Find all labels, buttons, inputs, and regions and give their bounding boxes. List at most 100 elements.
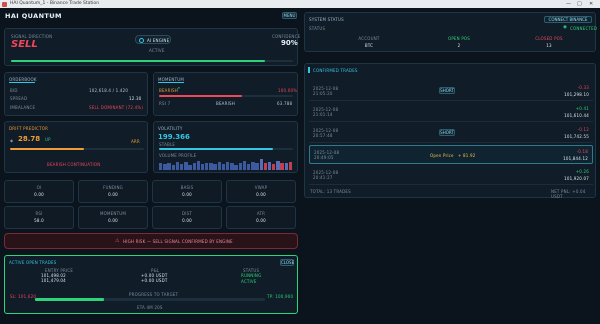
history-row[interactable]: 2025-12-08 21:01:14 +0.41 101,610.44 [309, 103, 593, 122]
history-price: 101,298.10 [564, 92, 589, 97]
momentum-title-underline [158, 82, 184, 83]
progress-fill [35, 298, 104, 301]
momentum-sub-left: RSI 7 [159, 101, 171, 106]
risk-alert-text: HIGH RISK — SELL SIGNAL CONFIRMED BY ENG… [123, 239, 233, 244]
history-pnl: -0.12 [577, 127, 589, 132]
volume-bar [255, 163, 259, 170]
volume-bar [188, 165, 192, 170]
menu-button[interactable]: MENU [282, 12, 297, 19]
stat-value: 58.0 [34, 218, 44, 223]
signal-panel: SIGNAL DIRECTION SELL AI ENGINE ACTIVE C… [4, 28, 300, 66]
stat-label: RSI [35, 211, 43, 216]
momentum-sub-mid: BEARISH [216, 101, 235, 106]
system-status-title: SYSTEM STATUS [309, 17, 344, 22]
trend-icon: ↗ [176, 86, 181, 92]
stat-value: 0.00 [34, 192, 44, 197]
volatility-sub: STABLE [159, 142, 176, 147]
volume-bar [179, 164, 184, 170]
stat-value: 0.00 [182, 192, 192, 197]
history-price: 101,610.44 [564, 113, 589, 118]
stat-card: BASIS 0.00 [152, 180, 222, 203]
progress-label: PROGRESS TO TARGET [129, 292, 179, 297]
ai-engine-badge: AI ENGINE [135, 35, 171, 44]
stat-label: ATR [256, 211, 266, 216]
orderbook-imbalance-value: SELL DOMINANT (72.4%) [89, 105, 144, 110]
volume-bar [276, 160, 280, 170]
stat-label: OI [36, 185, 42, 190]
volume-bar [288, 161, 293, 170]
orderbook-row-value: 12.30 [129, 96, 142, 101]
volume-bar [272, 164, 276, 170]
drift-title: DRIFT PREDICTOR [9, 126, 49, 131]
momentum-fill [159, 95, 243, 97]
system-metric-label: CLOSED POS [535, 36, 563, 41]
warning-icon: ⚠ [115, 237, 120, 244]
volatility-value: 199.366 [158, 133, 190, 141]
history-price: 101,920.07 [564, 176, 589, 181]
history-time: 2025-12-08 20:41:27 [313, 170, 339, 180]
status-label: STATUS [309, 26, 326, 31]
app-window-icon [2, 1, 7, 7]
volume-bar [171, 164, 175, 170]
system-metric-value: BTC [364, 43, 374, 48]
history-list: 2025-12-08 21:05:20 SHORT -0.33 101,298.10 2… [305, 82, 597, 187]
minimize-button[interactable]: — [566, 1, 571, 7]
engine-label: AI ENGINE [147, 38, 170, 43]
stat-label: BASIS [180, 185, 194, 190]
history-footer-right: NET PNL: +0.04 USDT [551, 189, 586, 199]
history-row[interactable]: 2025-12-08 20:49:05 Open Price + 81.92 -0.1… [309, 145, 593, 164]
risk-alert-banner: ⚠ HIGH RISK — SELL SIGNAL CONFIRMED BY E… [4, 233, 298, 249]
maximize-button[interactable]: □ [577, 1, 582, 7]
window-title: HAI Quantum_1 - Binance Trade Station [10, 1, 100, 6]
stats-grid: OI 0.00 FUNDING 0.00 BASIS 0.00 VWAP 0.00 RSI 58.… [4, 180, 298, 230]
connect-binance-button[interactable]: CONNECT BINANCE [544, 16, 592, 23]
stat-label: VWAP [254, 185, 268, 190]
status-value: CONNECTED [570, 26, 598, 31]
history-row[interactable]: 2025-12-08 20:57:48 SHORT -0.12 101,742.55 [309, 124, 593, 143]
orderbook-row-value: 102,618.4 / 1.420 [89, 88, 129, 93]
volume-bar [251, 162, 255, 170]
volume-bar [159, 163, 163, 170]
momentum-panel: MOMENTUM BEARISH ↗ 100.00% RSI 7 BEARISH… [153, 72, 298, 116]
volume-bar [184, 162, 188, 170]
engine-icon [139, 37, 144, 43]
momentum-percent: 100.00% [278, 88, 298, 93]
volume-bar [175, 161, 180, 170]
history-row[interactable]: 2025-12-08 20:41:27 +0.26 101,920.07 [309, 166, 593, 185]
history-title: CONFIRMED TRADES [313, 68, 358, 73]
orderbook-title-underline [9, 82, 35, 83]
volume-bar [213, 164, 217, 170]
drift-prefix: ◆ [10, 138, 14, 143]
volume-bar [280, 162, 284, 170]
drift-tag: UP [45, 137, 51, 142]
orderbook-panel: ORDERBOOK BID 102,618.4 / 1.420 SPREAD 1… [4, 72, 148, 116]
stat-value: 0.00 [108, 218, 118, 223]
history-price: 101,742.55 [564, 134, 589, 139]
history-title-bar [308, 67, 310, 73]
orderbook-row-label: BID [10, 88, 18, 93]
history-row[interactable]: 2025-12-08 21:05:20 SHORT -0.33 101,298.10 [309, 82, 593, 101]
volume-bar [267, 161, 272, 170]
volume-bar [205, 163, 209, 170]
stat-label: DIST [181, 211, 193, 216]
system-metric-value: 13 [546, 43, 552, 48]
active-trades-panel: ACTIVE OPEN TRADES CLOSE ENTRY PRICE 101… [4, 255, 298, 314]
history-time: 2025-12-08 20:57:48 [313, 128, 339, 138]
history-tag: Open Price [430, 153, 454, 158]
system-metric-value: 2 [457, 43, 461, 48]
volatility-title: VOLATILITY [158, 126, 183, 131]
volume-bar [263, 162, 268, 170]
stat-value: 0.00 [256, 192, 266, 197]
history-pnl: -0.18 [576, 149, 588, 154]
volume-bar [200, 164, 205, 170]
momentum-sub-right: 63.788 [277, 101, 293, 106]
system-status-panel: SYSTEM STATUS CONNECT BINANCE STATUS ◉ C… [304, 12, 598, 52]
volume-bar [246, 164, 251, 170]
active-trades-close-button[interactable]: CLOSE [280, 259, 294, 266]
volume-bar [284, 163, 288, 170]
pnl-2: +0.00 USDT [141, 278, 168, 283]
stat-card: DIST 0.00 [152, 206, 222, 229]
drift-caption: BEARISH CONTINUATION [47, 162, 101, 167]
close-button[interactable]: ✕ [589, 1, 593, 7]
volatility-panel: VOLATILITY 199.366 STABLE VOLUME PROFILE [153, 121, 298, 173]
